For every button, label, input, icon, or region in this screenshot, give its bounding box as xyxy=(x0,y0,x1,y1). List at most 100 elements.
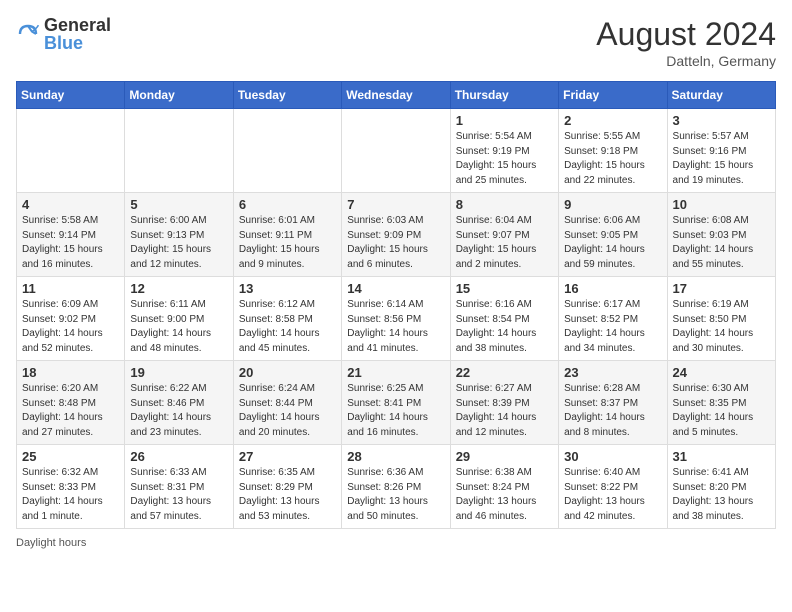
day-number: 24 xyxy=(673,365,770,380)
weekday-header-row: SundayMondayTuesdayWednesdayThursdayFrid… xyxy=(17,82,776,109)
weekday-header-wednesday: Wednesday xyxy=(342,82,450,109)
weekday-header-friday: Friday xyxy=(559,82,667,109)
calendar-cell: 11 Sunrise: 6:09 AM Sunset: 9:02 PM Dayli… xyxy=(17,277,125,361)
logo-text: General Blue xyxy=(44,16,111,52)
calendar-cell: 3Sunrise: 5:57 AM Sunset: 9:16 PM Daylig… xyxy=(667,109,775,193)
day-info: Sunrise: 6:09 AM Sunset: 9:02 PM Dayligh… xyxy=(22,298,119,356)
calendar-cell: 24 Sunrise: 6:30 AM Sunset: 8:35 PM Dayli… xyxy=(667,361,775,445)
day-info: Sunrise: 6:30 AM Sunset: 8:35 PM Dayligh… xyxy=(673,382,770,440)
calendar-cell xyxy=(125,109,233,193)
logo-icon xyxy=(16,22,40,46)
day-number: 18 xyxy=(22,365,119,380)
logo: General Blue xyxy=(16,16,111,52)
day-info: Sunrise: 6:27 AM Sunset: 8:39 PM Dayligh… xyxy=(456,382,553,440)
calendar-cell: 27 Sunrise: 6:35 AM Sunset: 8:29 PM Dayli… xyxy=(233,445,341,529)
day-number: 1 xyxy=(456,113,553,128)
day-number: 15 xyxy=(456,281,553,296)
day-info: Sunrise: 6:12 AM Sunset: 8:58 PM Dayligh… xyxy=(239,298,336,356)
day-number: 8 xyxy=(456,197,553,212)
day-number: 12 xyxy=(130,281,227,296)
day-number: 23 xyxy=(564,365,661,380)
weekday-header-monday: Monday xyxy=(125,82,233,109)
day-info: Sunrise: 6:00 AM Sunset: 9:13 PM Dayligh… xyxy=(130,214,227,272)
day-number: 22 xyxy=(456,365,553,380)
calendar-cell: 12 Sunrise: 6:11 AM Sunset: 9:00 PM Dayli… xyxy=(125,277,233,361)
footer-note: Daylight hours xyxy=(16,537,776,549)
week-row-2: 4 Sunrise: 5:58 AM Sunset: 9:14 PM Daylig… xyxy=(17,193,776,277)
day-info: Sunrise: 6:06 AM Sunset: 9:05 PM Dayligh… xyxy=(564,214,661,272)
day-info: Sunrise: 6:08 AM Sunset: 9:03 PM Dayligh… xyxy=(673,214,770,272)
day-info: Sunrise: 6:36 AM Sunset: 8:26 PM Dayligh… xyxy=(347,466,444,524)
day-number: 3 xyxy=(673,113,770,128)
calendar-cell xyxy=(233,109,341,193)
day-info: Sunrise: 6:28 AM Sunset: 8:37 PM Dayligh… xyxy=(564,382,661,440)
day-info: Sunrise: 6:01 AM Sunset: 9:11 PM Dayligh… xyxy=(239,214,336,272)
day-number: 14 xyxy=(347,281,444,296)
day-number: 21 xyxy=(347,365,444,380)
day-number: 28 xyxy=(347,449,444,464)
day-info: Sunrise: 6:38 AM Sunset: 8:24 PM Dayligh… xyxy=(456,466,553,524)
day-info: Sunrise: 6:16 AM Sunset: 8:54 PM Dayligh… xyxy=(456,298,553,356)
day-info: Sunrise: 5:54 AM Sunset: 9:19 PM Dayligh… xyxy=(456,130,553,188)
day-number: 10 xyxy=(673,197,770,212)
calendar-cell: 31Sunrise: 6:41 AM Sunset: 8:20 PM Dayli… xyxy=(667,445,775,529)
day-number: 4 xyxy=(22,197,119,212)
day-number: 7 xyxy=(347,197,444,212)
day-number: 25 xyxy=(22,449,119,464)
day-info: Sunrise: 6:40 AM Sunset: 8:22 PM Dayligh… xyxy=(564,466,661,524)
calendar-cell: 26 Sunrise: 6:33 AM Sunset: 8:31 PM Dayli… xyxy=(125,445,233,529)
calendar-cell: 13 Sunrise: 6:12 AM Sunset: 8:58 PM Dayli… xyxy=(233,277,341,361)
day-info: Sunrise: 6:20 AM Sunset: 8:48 PM Dayligh… xyxy=(22,382,119,440)
week-row-1: 1 Sunrise: 5:54 AM Sunset: 9:19 PM Daylig… xyxy=(17,109,776,193)
calendar-cell xyxy=(17,109,125,193)
day-info: Sunrise: 6:35 AM Sunset: 8:29 PM Dayligh… xyxy=(239,466,336,524)
day-info: Sunrise: 6:25 AM Sunset: 8:41 PM Dayligh… xyxy=(347,382,444,440)
calendar-cell: 14Sunrise: 6:14 AM Sunset: 8:56 PM Dayli… xyxy=(342,277,450,361)
day-info: Sunrise: 6:03 AM Sunset: 9:09 PM Dayligh… xyxy=(347,214,444,272)
calendar-cell: 15 Sunrise: 6:16 AM Sunset: 8:54 PM Dayli… xyxy=(450,277,558,361)
day-number: 26 xyxy=(130,449,227,464)
day-info: Sunrise: 6:11 AM Sunset: 9:00 PM Dayligh… xyxy=(130,298,227,356)
calendar-table: SundayMondayTuesdayWednesdayThursdayFrid… xyxy=(16,81,776,529)
day-info: Sunrise: 5:55 AM Sunset: 9:18 PM Dayligh… xyxy=(564,130,661,188)
calendar-cell: 30 Sunrise: 6:40 AM Sunset: 8:22 PM Dayli… xyxy=(559,445,667,529)
page-header: General Blue August 2024 Datteln, German… xyxy=(16,16,776,69)
day-info: Sunrise: 6:33 AM Sunset: 8:31 PM Dayligh… xyxy=(130,466,227,524)
daylight-hours-label: Daylight hours xyxy=(16,537,86,549)
calendar-cell: 20 Sunrise: 6:24 AM Sunset: 8:44 PM Dayli… xyxy=(233,361,341,445)
calendar-cell: 7 Sunrise: 6:03 AM Sunset: 9:09 PM Daylig… xyxy=(342,193,450,277)
calendar-cell: 16 Sunrise: 6:17 AM Sunset: 8:52 PM Dayli… xyxy=(559,277,667,361)
weekday-header-saturday: Saturday xyxy=(667,82,775,109)
month-year-title: August 2024 xyxy=(596,16,776,53)
day-number: 5 xyxy=(130,197,227,212)
calendar-cell: 8 Sunrise: 6:04 AM Sunset: 9:07 PM Daylig… xyxy=(450,193,558,277)
day-number: 30 xyxy=(564,449,661,464)
week-row-5: 25 Sunrise: 6:32 AM Sunset: 8:33 PM Dayli… xyxy=(17,445,776,529)
week-row-4: 18 Sunrise: 6:20 AM Sunset: 8:48 PM Dayli… xyxy=(17,361,776,445)
day-info: Sunrise: 6:19 AM Sunset: 8:50 PM Dayligh… xyxy=(673,298,770,356)
calendar-cell: 2Sunrise: 5:55 AM Sunset: 9:18 PM Daylig… xyxy=(559,109,667,193)
day-info: Sunrise: 6:04 AM Sunset: 9:07 PM Dayligh… xyxy=(456,214,553,272)
calendar-cell: 17Sunrise: 6:19 AM Sunset: 8:50 PM Dayli… xyxy=(667,277,775,361)
day-number: 11 xyxy=(22,281,119,296)
calendar-cell: 6Sunrise: 6:01 AM Sunset: 9:11 PM Daylig… xyxy=(233,193,341,277)
day-number: 16 xyxy=(564,281,661,296)
calendar-cell: 28 Sunrise: 6:36 AM Sunset: 8:26 PM Dayli… xyxy=(342,445,450,529)
calendar-cell: 4 Sunrise: 5:58 AM Sunset: 9:14 PM Daylig… xyxy=(17,193,125,277)
day-info: Sunrise: 6:41 AM Sunset: 8:20 PM Dayligh… xyxy=(673,466,770,524)
calendar-cell: 1 Sunrise: 5:54 AM Sunset: 9:19 PM Daylig… xyxy=(450,109,558,193)
day-number: 13 xyxy=(239,281,336,296)
day-number: 29 xyxy=(456,449,553,464)
day-number: 20 xyxy=(239,365,336,380)
calendar-cell: 10 Sunrise: 6:08 AM Sunset: 9:03 PM Dayli… xyxy=(667,193,775,277)
week-row-3: 11 Sunrise: 6:09 AM Sunset: 9:02 PM Dayli… xyxy=(17,277,776,361)
day-number: 27 xyxy=(239,449,336,464)
day-info: Sunrise: 6:17 AM Sunset: 8:52 PM Dayligh… xyxy=(564,298,661,356)
weekday-header-tuesday: Tuesday xyxy=(233,82,341,109)
day-info: Sunrise: 6:32 AM Sunset: 8:33 PM Dayligh… xyxy=(22,466,119,524)
day-info: Sunrise: 6:24 AM Sunset: 8:44 PM Dayligh… xyxy=(239,382,336,440)
day-info: Sunrise: 5:58 AM Sunset: 9:14 PM Dayligh… xyxy=(22,214,119,272)
calendar-cell xyxy=(342,109,450,193)
weekday-header-thursday: Thursday xyxy=(450,82,558,109)
calendar-cell: 25 Sunrise: 6:32 AM Sunset: 8:33 PM Dayli… xyxy=(17,445,125,529)
